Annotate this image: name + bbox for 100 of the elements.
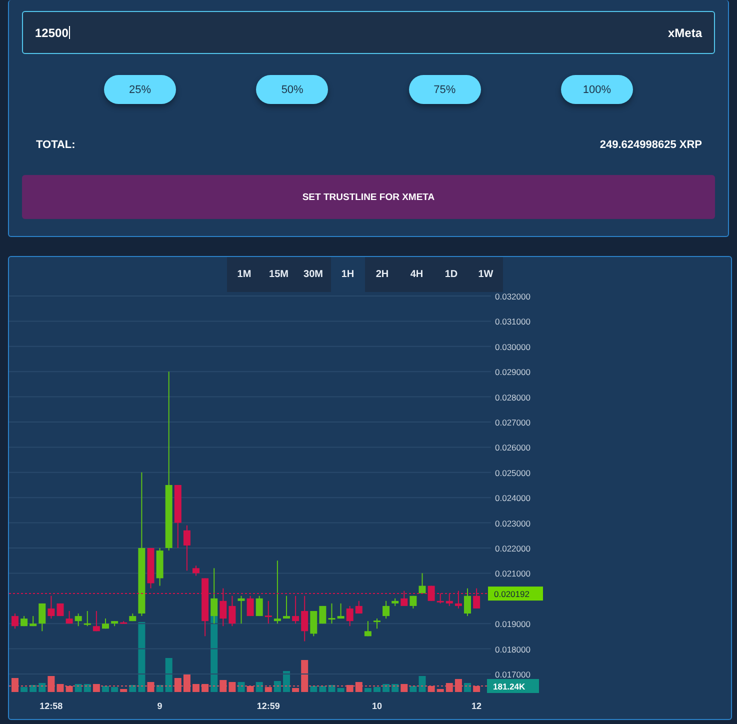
- timeframe-tab[interactable]: 2H: [365, 257, 400, 292]
- volume-bar: [256, 682, 263, 692]
- text-cursor: [69, 26, 70, 39]
- price-axis-label: 0.021000: [495, 568, 530, 579]
- percent-button[interactable]: 50%: [256, 75, 328, 104]
- candlestick: [436, 592, 444, 604]
- price-axis-label: 0.022000: [495, 544, 530, 554]
- percent-button[interactable]: 100%: [560, 75, 633, 104]
- candlestick: [400, 590, 408, 606]
- time-axis-label: 12: [472, 701, 482, 711]
- volume-bar: [464, 683, 471, 692]
- price-axis-label: 0.018000: [495, 644, 530, 654]
- volume-bar: [120, 689, 128, 692]
- volume-bar: [364, 688, 372, 692]
- candlestick: [147, 548, 154, 589]
- volume-bar: [292, 688, 300, 692]
- total-value: 249.624998625 XRP: [600, 139, 702, 151]
- timeframe-tab[interactable]: 1M: [227, 257, 262, 292]
- volume-bar: [428, 686, 435, 692]
- volume-bar: [382, 684, 390, 692]
- volume-bar: [410, 686, 417, 692]
- price-axis-label: 0.023000: [495, 518, 530, 528]
- volume-bar: [38, 683, 46, 692]
- volume-bar: [192, 684, 200, 692]
- set-trustline-button[interactable]: SET TRUSTLINE FOR XMETA: [22, 175, 715, 219]
- candlestick: [220, 588, 227, 627]
- candlestick: [319, 605, 326, 624]
- amount-unit: xMeta: [668, 26, 702, 40]
- volume-bar: [473, 686, 480, 692]
- price-axis-label: 0.017000: [495, 670, 530, 680]
- volume-bar: [454, 679, 462, 692]
- candlestick: [238, 595, 245, 624]
- volume-bar: [84, 684, 91, 692]
- candlestick: [129, 613, 136, 622]
- candlestick: [74, 613, 82, 627]
- volume-bar: [283, 671, 290, 692]
- percent-button[interactable]: 25%: [104, 75, 176, 104]
- price-axis-label: 0.032000: [495, 292, 530, 302]
- volume-bar: [328, 685, 336, 692]
- candlestick: [38, 602, 46, 632]
- candlestick: [12, 613, 18, 630]
- volume-bar: [355, 682, 362, 692]
- ref-line-label: 0.020192: [494, 589, 530, 600]
- candlestick: [246, 595, 254, 617]
- amount-input-field[interactable]: 12500 xMeta: [22, 11, 715, 54]
- volume-bar: [264, 687, 272, 692]
- candlestick: [446, 592, 453, 606]
- volume-bar: [337, 688, 344, 692]
- volume-bar: [138, 622, 146, 692]
- time-axis-label: 12:59: [256, 701, 280, 711]
- volume-bar: [228, 682, 236, 692]
- total-label: TOTAL:: [36, 139, 76, 151]
- price-axis-label: 0.028000: [495, 392, 530, 402]
- candlestick: [364, 620, 372, 637]
- volume-bar: [20, 687, 28, 692]
- volume-bar: [400, 684, 408, 692]
- candlestick: [355, 600, 362, 614]
- candlestick: [202, 578, 209, 637]
- candlestick: [310, 610, 318, 637]
- candlestick: [192, 565, 200, 576]
- candlestick: [454, 590, 462, 609]
- candlestick: [301, 595, 308, 642]
- volume-bar: [102, 686, 109, 692]
- volume-bar: [392, 684, 399, 692]
- percent-button[interactable]: 75%: [408, 75, 481, 104]
- candlestick: [292, 595, 300, 624]
- volume-bar: [436, 689, 444, 692]
- volume-bar: [202, 684, 209, 692]
- price-axis-label: 0.025000: [495, 468, 530, 478]
- candlestick: [183, 524, 190, 572]
- volume-bar: [111, 687, 118, 692]
- timeframe-tab[interactable]: 1D: [434, 257, 468, 292]
- candlestick: [328, 602, 336, 624]
- candlestick: [228, 595, 236, 627]
- candlestick: [30, 616, 37, 627]
- candlestick: [156, 548, 164, 586]
- price-axis-label: 0.029000: [495, 367, 530, 378]
- candlestick: [20, 616, 28, 627]
- candlestick: [374, 618, 380, 630]
- volume-bar: [174, 678, 182, 692]
- candlestick: [418, 572, 426, 594]
- candlestick: [410, 595, 417, 609]
- volume-bar: [246, 686, 254, 692]
- volume-bar: [346, 685, 354, 692]
- volume-bar: [418, 676, 426, 692]
- candlestick: [283, 595, 290, 620]
- volume-bar: [319, 686, 326, 692]
- volume-bar: [66, 686, 73, 692]
- candlestick: [346, 605, 354, 627]
- volume-tag: 181.24K: [487, 679, 539, 693]
- candlestick: [84, 610, 91, 627]
- timeframe-tab[interactable]: 4H: [400, 257, 434, 292]
- timeframe-tab[interactable]: 1W: [468, 257, 503, 292]
- volume-bar: [30, 685, 37, 692]
- price-axis-label: 0.024000: [495, 493, 530, 504]
- current-price-tag: 0.020192: [488, 586, 543, 601]
- timeframe-tab[interactable]: 30M: [296, 257, 330, 292]
- volume-bar: [274, 681, 281, 692]
- candlestick: [382, 600, 390, 620]
- timeframe-tab[interactable]: 15M: [262, 257, 296, 292]
